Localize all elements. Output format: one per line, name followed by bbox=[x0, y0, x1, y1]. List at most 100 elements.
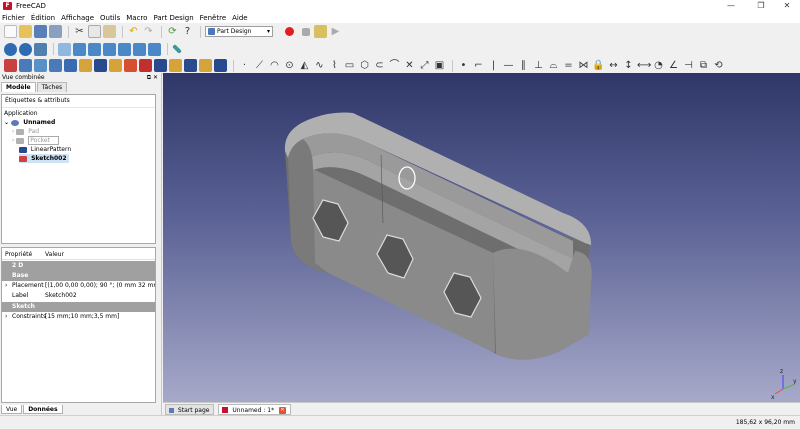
lock-constraint-icon[interactable]: 🔒 bbox=[592, 59, 605, 72]
undo-icon[interactable]: ↶ bbox=[127, 25, 140, 38]
distance-constraint-icon[interactable]: ⟷ bbox=[637, 59, 651, 72]
rectangle-icon[interactable]: ▭ bbox=[343, 59, 356, 72]
open-folder-icon[interactable] bbox=[19, 25, 32, 38]
revolution-icon[interactable] bbox=[94, 59, 107, 72]
view-front-icon[interactable] bbox=[73, 42, 86, 56]
fit-selection-icon[interactable] bbox=[19, 42, 32, 56]
create-body-icon[interactable] bbox=[4, 59, 17, 72]
minimize-button[interactable]: — bbox=[718, 0, 744, 12]
tree-item-document[interactable]: ⌄ Unnamed bbox=[4, 118, 55, 127]
tangent-constraint-icon[interactable]: ⌓ bbox=[547, 59, 560, 72]
menu-macro[interactable]: Macro bbox=[126, 14, 147, 22]
conic-icon[interactable]: ◭ bbox=[298, 59, 311, 72]
bspline-icon[interactable]: ∿ bbox=[313, 59, 326, 72]
polyline-icon[interactable]: ⌇ bbox=[328, 59, 341, 72]
construction-mode-icon[interactable]: ▣ bbox=[433, 59, 446, 72]
loft-icon[interactable] bbox=[109, 59, 122, 72]
trim-icon[interactable]: ✕ bbox=[403, 59, 416, 72]
collapse-arrow-icon[interactable]: › bbox=[12, 137, 14, 144]
polygon-icon[interactable]: ⬡ bbox=[358, 59, 371, 72]
view-bottom-icon[interactable] bbox=[133, 42, 146, 56]
workbench-selector[interactable]: Part Design bbox=[205, 26, 273, 37]
toggle-constraint-icon[interactable]: ⧉ bbox=[697, 59, 710, 72]
macro-editor-icon[interactable] bbox=[314, 25, 327, 38]
vertical-constraint-icon[interactable]: | bbox=[487, 59, 500, 72]
expand-arrow-icon[interactable]: › bbox=[5, 312, 7, 322]
tree-item-pad[interactable]: › Pad bbox=[12, 127, 39, 136]
slot-icon[interactable]: ⊂ bbox=[373, 59, 386, 72]
property-row-constraints[interactable]: › Constraints [15 mm;10 mm;3,5 mm] bbox=[2, 312, 155, 322]
validate-sketch-icon[interactable] bbox=[34, 59, 47, 72]
tab-tasks[interactable]: Tâches bbox=[36, 82, 68, 92]
stop-macro-icon[interactable] bbox=[302, 27, 310, 36]
subtractive-loft-icon[interactable] bbox=[184, 59, 197, 72]
dock-controls[interactable]: ⧉ ✕ bbox=[147, 73, 158, 82]
horizontal-distance-icon[interactable]: ↔ bbox=[607, 59, 620, 72]
save-as-icon[interactable] bbox=[49, 25, 62, 38]
maximize-button[interactable]: ❐ bbox=[748, 0, 774, 12]
view-isometric-icon[interactable] bbox=[58, 42, 71, 56]
cut-icon[interactable]: ✂ bbox=[73, 25, 86, 38]
create-sketch-icon[interactable] bbox=[19, 59, 32, 72]
horizontal-constraint-icon[interactable]: — bbox=[502, 59, 515, 72]
expand-arrow-icon[interactable]: ⌄ bbox=[4, 119, 9, 126]
circle-icon[interactable]: ⊙ bbox=[283, 59, 296, 72]
record-macro-icon[interactable] bbox=[285, 27, 294, 36]
3d-viewport[interactable]: z y x bbox=[163, 73, 800, 402]
arc-icon[interactable]: ◠ bbox=[268, 59, 281, 72]
paste-icon[interactable] bbox=[103, 25, 116, 38]
tree-item-sketch[interactable]: Sketch002 bbox=[19, 154, 69, 163]
draw-style-icon[interactable] bbox=[34, 42, 47, 56]
equal-constraint-icon[interactable]: = bbox=[562, 59, 575, 72]
tab-data[interactable]: Données bbox=[23, 405, 63, 414]
point-icon[interactable]: · bbox=[238, 59, 251, 72]
menu-aide[interactable]: Aide bbox=[232, 14, 247, 22]
pad-icon[interactable] bbox=[79, 59, 92, 72]
angle-constraint-icon[interactable]: ∠ bbox=[667, 59, 680, 72]
tree-item-linear-pattern[interactable]: LinearPattern bbox=[19, 145, 71, 154]
property-row-placement[interactable]: › Placement [(1,00 0,00 0,00); 90 °; (0 … bbox=[2, 281, 155, 291]
menu-edition[interactable]: Édition bbox=[31, 14, 55, 22]
pocket-icon[interactable] bbox=[139, 59, 152, 72]
tab-start-page[interactable]: Start page bbox=[165, 403, 215, 415]
menu-affichage[interactable]: Affichage bbox=[61, 14, 94, 22]
tree-item-pocket[interactable]: › Pocket bbox=[12, 136, 59, 145]
line-icon[interactable]: ⟋ bbox=[253, 59, 266, 72]
whats-this-icon[interactable]: ? bbox=[181, 25, 194, 38]
perpendicular-constraint-icon[interactable]: ⊥ bbox=[532, 59, 545, 72]
hole-icon[interactable] bbox=[154, 59, 167, 72]
fit-all-icon[interactable] bbox=[4, 42, 17, 56]
view-rear-icon[interactable] bbox=[118, 42, 131, 56]
new-document-icon[interactable] bbox=[4, 25, 17, 38]
close-tab-icon[interactable]: ✕ bbox=[279, 406, 286, 414]
expand-arrow-icon[interactable]: › bbox=[5, 281, 7, 291]
refresh-icon[interactable]: ⟳ bbox=[166, 25, 179, 38]
subtractive-pipe-icon[interactable] bbox=[199, 59, 212, 72]
menu-part-design[interactable]: Part Design bbox=[153, 14, 193, 22]
tab-view[interactable]: Vue bbox=[1, 405, 23, 414]
map-sketch-icon[interactable] bbox=[49, 59, 62, 72]
fillet-icon[interactable] bbox=[214, 59, 227, 72]
tab-model[interactable]: Modèle bbox=[1, 82, 36, 92]
close-button[interactable]: ✕ bbox=[774, 0, 800, 12]
select-constraints-icon[interactable]: ⟲ bbox=[712, 59, 725, 72]
copy-icon[interactable] bbox=[88, 25, 101, 38]
point-on-object-constraint-icon[interactable]: ⌐ bbox=[472, 59, 485, 72]
fillet-sketch-icon[interactable]: ⌒ bbox=[388, 59, 401, 72]
save-icon[interactable] bbox=[34, 25, 47, 38]
symmetric-constraint-icon[interactable]: ⋈ bbox=[577, 59, 590, 72]
menu-fichier[interactable]: Fichier bbox=[2, 14, 25, 22]
snell-constraint-icon[interactable]: ⊣ bbox=[682, 59, 695, 72]
view-right-icon[interactable] bbox=[103, 42, 116, 56]
redo-icon[interactable]: ↷ bbox=[142, 25, 155, 38]
view-left-icon[interactable] bbox=[148, 42, 161, 56]
vertical-distance-icon[interactable]: ↕ bbox=[622, 59, 635, 72]
menu-fenetre[interactable]: Fenêtre bbox=[200, 14, 226, 22]
property-row-label[interactable]: Label Sketch002 bbox=[2, 291, 155, 301]
property-editor[interactable]: Propriété Valeur 2 D Base › Placement [(… bbox=[1, 247, 156, 403]
sweep-icon[interactable] bbox=[124, 59, 137, 72]
view-top-icon[interactable] bbox=[88, 42, 101, 56]
coincident-constraint-icon[interactable]: • bbox=[457, 59, 470, 72]
menu-outils[interactable]: Outils bbox=[100, 14, 120, 22]
collapse-arrow-icon[interactable]: › bbox=[12, 128, 14, 135]
